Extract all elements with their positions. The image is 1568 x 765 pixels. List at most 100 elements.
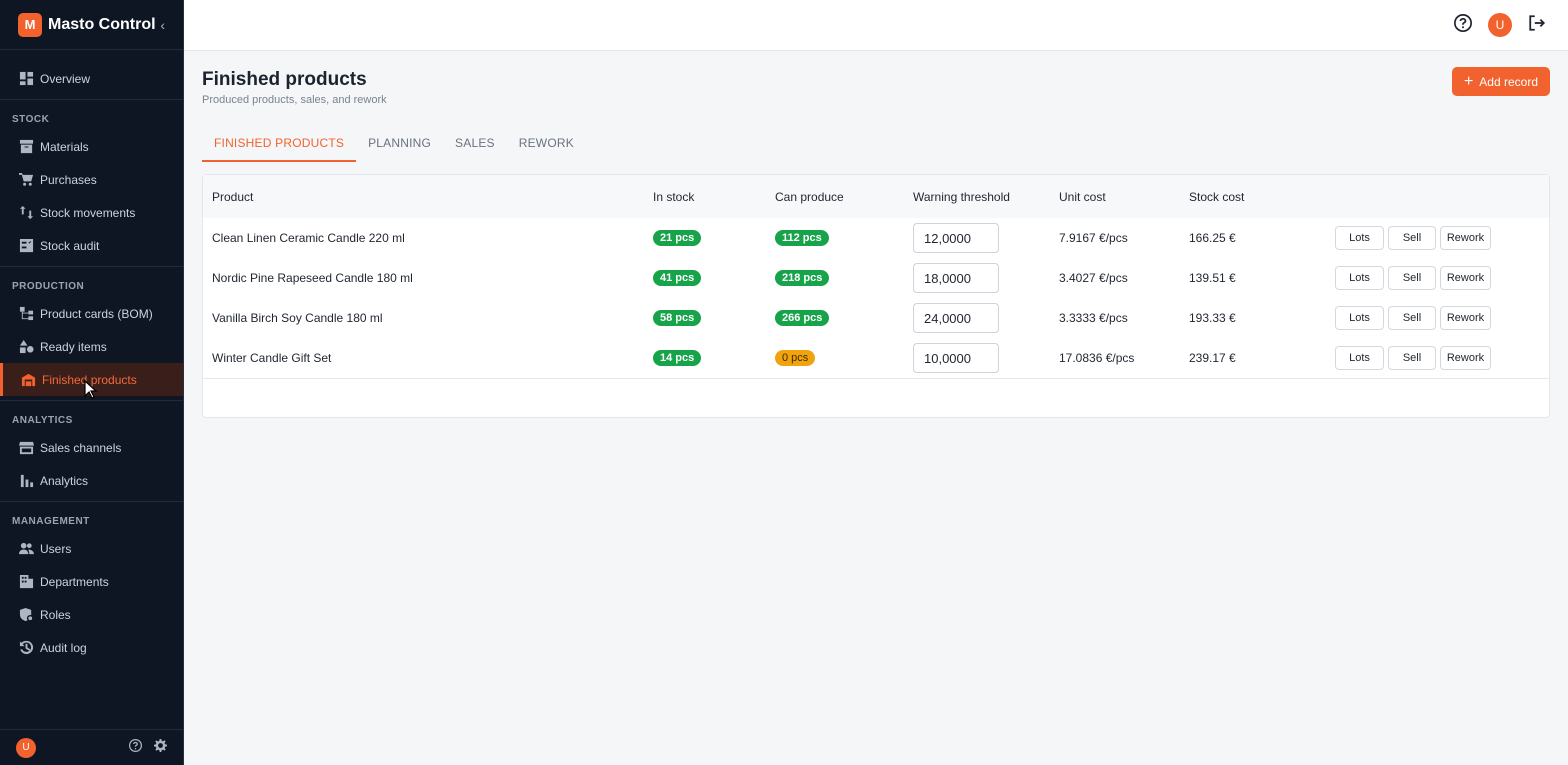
sidebar-item-label: Audit log (40, 640, 87, 655)
can-produce-badge: 266 pcs (775, 310, 830, 326)
gear-icon[interactable] (154, 738, 167, 757)
table-row: Nordic Pine Rapeseed Candle 180 ml 41 pc… (203, 258, 1549, 298)
user-avatar[interactable]: U (1488, 13, 1512, 37)
in-stock-badge: 21 pcs (653, 230, 702, 246)
brand-logo: M (18, 12, 42, 37)
tab-rework[interactable]: REWORK (507, 127, 586, 162)
rework-button[interactable]: Rework (1440, 346, 1491, 370)
warning-threshold-input[interactable] (913, 303, 999, 333)
building-icon (19, 574, 34, 589)
section-stock: STOCK (0, 99, 183, 130)
sidebar-item-label: Stock audit (40, 238, 100, 253)
sidebar-item-audit-log[interactable]: Audit log (0, 631, 183, 664)
can-produce-badge: 0 pcs (775, 350, 816, 366)
unit-cost: 3.4027 €/pcs (1059, 271, 1128, 285)
sell-button[interactable]: Sell (1388, 226, 1436, 250)
warning-threshold-input[interactable] (913, 343, 999, 373)
column-header[interactable]: Warning threshold (913, 190, 1059, 204)
sidebar-item-departments[interactable]: Departments (0, 565, 183, 598)
shapes-icon (19, 339, 34, 354)
page-title: Finished products (202, 69, 367, 90)
sidebar-item-users[interactable]: Users (0, 532, 183, 565)
sidebar-item-label: Roles (40, 607, 71, 622)
tab-finished-products[interactable]: FINISHED PRODUCTS (202, 127, 357, 162)
in-stock-badge: 58 pcs (653, 310, 702, 326)
lots-button[interactable]: Lots (1335, 226, 1384, 250)
help-icon[interactable] (129, 738, 142, 757)
archive-icon (19, 139, 34, 154)
cart-icon (19, 172, 34, 187)
can-produce-badge: 218 pcs (775, 270, 830, 286)
sidebar-item-purchases[interactable]: Purchases (0, 163, 183, 196)
sidebar-item-label: Ready items (40, 339, 107, 354)
column-header[interactable]: Unit cost (1059, 190, 1189, 204)
add-record-button[interactable]: + Add record (1451, 67, 1550, 96)
sidebar-item-sales-channels[interactable]: Sales channels (0, 431, 183, 464)
table-header: Product In stock Can produce Warning thr… (203, 175, 1549, 218)
swap-vertical-icon (19, 205, 34, 220)
column-header[interactable]: In stock (653, 190, 775, 204)
column-header[interactable]: Can produce (775, 190, 913, 204)
sidebar-item-ready-items[interactable]: Ready items (0, 330, 183, 363)
logout-icon[interactable] (1528, 14, 1546, 37)
sidebar-item-label: Purchases (40, 172, 97, 187)
sidebar-item-label: Analytics (40, 473, 89, 488)
sidebar-item-overview[interactable]: Overview (0, 62, 183, 95)
unit-cost: 3.3333 €/pcs (1059, 311, 1128, 325)
warehouse-icon (21, 372, 36, 387)
tab-sales[interactable]: SALES (443, 127, 507, 162)
unit-cost: 17.0836 €/pcs (1059, 351, 1135, 365)
stock-cost: 239.17 € (1189, 351, 1236, 365)
stock-cost: 139.51 € (1189, 271, 1236, 285)
sidebar-item-stock-audit[interactable]: Stock audit (0, 229, 183, 262)
rework-button[interactable]: Rework (1440, 226, 1491, 250)
product-name: Clean Linen Ceramic Candle 220 ml (212, 231, 405, 245)
help-icon[interactable] (1454, 13, 1472, 37)
chevron-left-icon[interactable]: ‹ (160, 17, 165, 33)
in-stock-badge: 14 pcs (653, 350, 702, 366)
lots-button[interactable]: Lots (1335, 346, 1384, 370)
sidebar-item-label: Users (40, 541, 72, 556)
checklist-icon (19, 238, 34, 253)
section-management: MANAGEMENT (0, 501, 183, 532)
warning-threshold-input[interactable] (913, 263, 999, 293)
sidebar-item-label: Materials (40, 139, 89, 154)
sell-button[interactable]: Sell (1388, 346, 1436, 370)
page-subtitle: Produced products, sales, and rework (202, 94, 387, 106)
sidebar-item-label: Overview (40, 71, 91, 86)
table-row: Clean Linen Ceramic Candle 220 ml 21 pcs… (203, 218, 1549, 258)
table-divider (203, 378, 1549, 379)
section-production: PRODUCTION (0, 266, 183, 297)
lots-button[interactable]: Lots (1335, 306, 1384, 330)
unit-cost: 7.9167 €/pcs (1059, 231, 1128, 245)
users-icon (19, 541, 34, 556)
add-record-label: Add record (1479, 74, 1538, 89)
sell-button[interactable]: Sell (1388, 266, 1436, 290)
lots-button[interactable]: Lots (1335, 266, 1384, 290)
dashboard-icon (19, 71, 34, 86)
sidebar-item-materials[interactable]: Materials (0, 130, 183, 163)
sidebar-item-stock-movements[interactable]: Stock movements (0, 196, 183, 229)
user-avatar[interactable]: U (16, 737, 36, 758)
stock-cost: 166.25 € (1189, 231, 1236, 245)
column-header[interactable]: Product (203, 190, 653, 204)
rework-button[interactable]: Rework (1440, 266, 1491, 290)
products-table: Product In stock Can produce Warning thr… (202, 174, 1550, 418)
sidebar-item-analytics[interactable]: Analytics (0, 464, 183, 497)
brand: M Masto Control ‹ (0, 0, 183, 50)
sidebar-item-product-cards[interactable]: Product cards (BOM) (0, 297, 183, 330)
sidebar-item-roles[interactable]: Roles (0, 598, 183, 631)
column-header[interactable]: Stock cost (1189, 190, 1335, 204)
rework-button[interactable]: Rework (1440, 306, 1491, 330)
bar-chart-icon (19, 473, 34, 488)
product-name: Nordic Pine Rapeseed Candle 180 ml (212, 271, 413, 285)
plus-icon: + (1463, 72, 1474, 90)
can-produce-badge: 112 pcs (775, 230, 829, 246)
shield-lock-icon (19, 607, 34, 622)
warning-threshold-input[interactable] (913, 223, 999, 253)
table-row: Winter Candle Gift Set 14 pcs 0 pcs 17.0… (203, 338, 1549, 378)
history-icon (19, 640, 34, 655)
tab-planning[interactable]: PLANNING (356, 127, 443, 162)
sidebar-item-label: Product cards (BOM) (40, 306, 153, 321)
sell-button[interactable]: Sell (1388, 306, 1436, 330)
